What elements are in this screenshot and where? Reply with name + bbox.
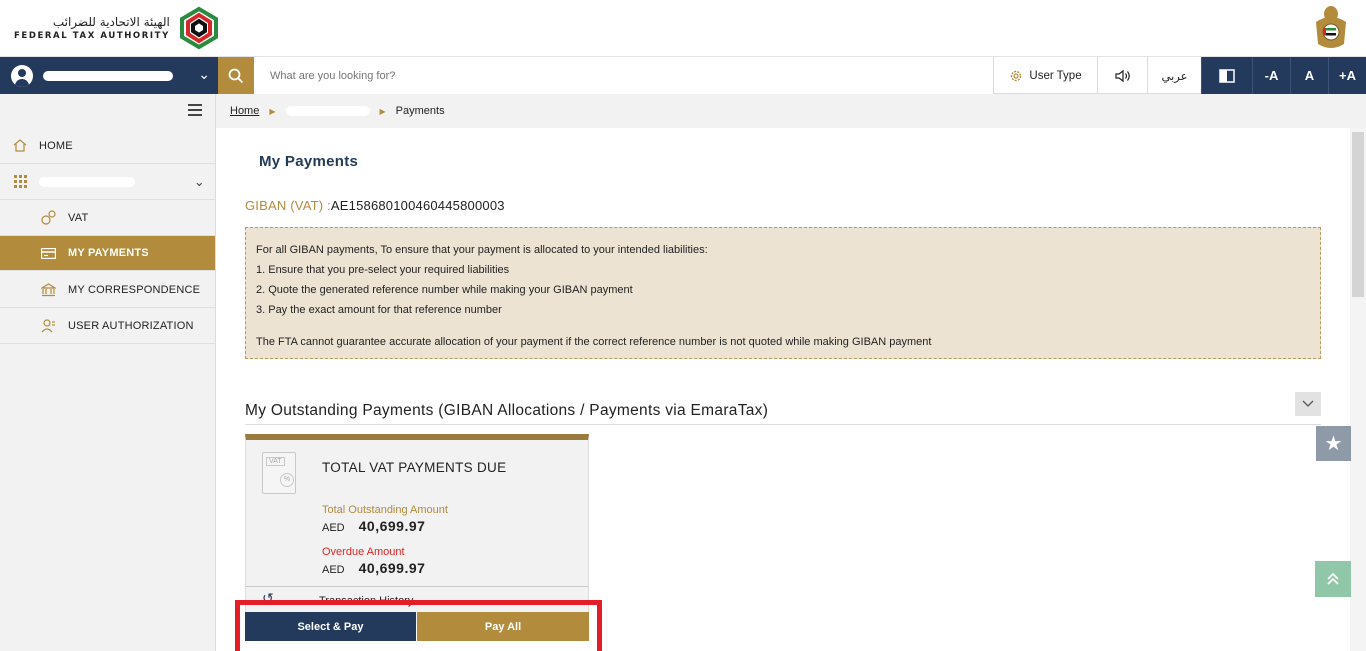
grid-icon <box>12 174 28 190</box>
payments-icon <box>40 245 56 261</box>
sidebar-item-services[interactable]: ⌄ <box>0 164 215 200</box>
amount-value: 40,699.97 <box>358 518 426 534</box>
hamburger-menu-icon[interactable] <box>188 104 202 116</box>
top-header: الهيئة الاتحادية للضرائب FEDERAL TAX AUT… <box>0 0 1366 57</box>
sidebar-item-label: VAT <box>68 211 89 224</box>
sidebar-item-label: HOME <box>39 139 73 152</box>
user-type-selector[interactable]: User Type <box>993 57 1097 94</box>
logo-english-text: FEDERAL TAX AUTHORITY <box>14 31 170 41</box>
sidebar-item-vat[interactable]: VAT <box>0 200 215 236</box>
sidebar-item-home[interactable]: HOME <box>0 128 215 164</box>
card-divider <box>246 586 588 587</box>
sidebar-item-user-authorization[interactable]: USER AUTHORIZATION <box>0 308 215 344</box>
percent-icon: % <box>280 473 294 487</box>
notice-line: The FTA cannot guarantee accurate alloca… <box>256 336 932 348</box>
pay-all-button[interactable]: Pay All <box>417 612 589 641</box>
speaker-icon <box>1114 69 1130 82</box>
vat-document-icon: VAT % <box>262 452 296 494</box>
gear-icon <box>1011 70 1022 81</box>
user-avatar-icon <box>11 64 33 87</box>
sidebar: HOME ⌄ VAT MY PAYMENTS MY CORRESPONDENCE <box>0 94 216 651</box>
scroll-to-top-button[interactable] <box>1315 561 1351 597</box>
sidebar-item-label-redacted <box>39 176 135 187</box>
section-collapse-button[interactable] <box>1295 392 1321 416</box>
scrollbar-thumb[interactable] <box>1352 132 1364 297</box>
user-type-label: User Type <box>1029 69 1082 82</box>
contrast-toggle[interactable] <box>1201 57 1252 94</box>
vat-tag: VAT <box>266 457 285 466</box>
double-chevron-up-icon <box>1327 572 1339 585</box>
breadcrumb-home-link[interactable]: Home <box>230 105 259 117</box>
bank-icon <box>40 282 56 298</box>
chevron-down-icon <box>1302 400 1314 407</box>
breadcrumb: Home ▶ ▶ Payments <box>216 94 1366 128</box>
text-to-speech-button[interactable] <box>1097 57 1147 94</box>
vat-payments-card: VAT % TOTAL VAT PAYMENTS DUE Total Outst… <box>245 434 589 624</box>
user-auth-icon <box>40 318 56 334</box>
overdue-amount-label: Overdue Amount <box>322 546 405 558</box>
breadcrumb-separator-icon: ▶ <box>269 106 276 116</box>
outstanding-amount-label: Total Outstanding Amount <box>322 504 448 516</box>
font-normal-button[interactable]: A <box>1290 57 1328 94</box>
page-title: My Payments <box>259 153 359 170</box>
currency-label: AED <box>322 564 345 576</box>
amount-value: 40,699.97 <box>358 560 426 576</box>
nav-bar: ⌄ User Type عربي -A A +A <box>0 57 1366 94</box>
section-title: My Outstanding Payments (GIBAN Allocatio… <box>245 402 769 419</box>
search-input[interactable] <box>254 57 993 94</box>
favorite-button[interactable]: ★ <box>1316 426 1351 461</box>
star-icon: ★ <box>1324 433 1343 455</box>
notice-line: For all GIBAN payments, To ensure that y… <box>256 244 708 256</box>
breadcrumb-item-redacted[interactable] <box>285 106 370 116</box>
home-icon <box>12 138 28 154</box>
breadcrumb-current: Payments <box>395 105 445 117</box>
logo-text: الهيئة الاتحادية للضرائب FEDERAL TAX AUT… <box>14 14 170 42</box>
font-increase-button[interactable]: +A <box>1328 57 1366 94</box>
currency-label: AED <box>322 522 345 534</box>
overdue-amount: AED 40,699.97 <box>322 560 425 576</box>
notice-line: 1. Ensure that you pre-select your requi… <box>256 264 510 276</box>
sidebar-item-my-correspondence[interactable]: MY CORRESPONDENCE <box>0 272 215 308</box>
giban-info: GIBAN (VAT) :AE158680100460445800003 <box>245 198 505 213</box>
outstanding-amount: AED 40,699.97 <box>322 518 425 534</box>
font-decrease-button[interactable]: -A <box>1252 57 1290 94</box>
notice-line: 3. Pay the exact amount for that referen… <box>256 304 502 316</box>
giban-value: AE158680100460445800003 <box>330 198 505 213</box>
contrast-icon <box>1219 68 1235 83</box>
language-toggle[interactable]: عربي <box>1147 57 1201 94</box>
search-button[interactable] <box>218 57 254 94</box>
search-icon <box>228 68 244 83</box>
breadcrumb-separator-icon: ▶ <box>379 106 386 116</box>
sidebar-item-label: MY PAYMENTS <box>68 247 149 259</box>
giban-notice-box: For all GIBAN payments, To ensure that y… <box>245 227 1321 359</box>
uae-emblem-icon <box>1316 6 1346 48</box>
select-and-pay-button[interactable]: Select & Pay <box>245 612 416 641</box>
chevron-down-icon[interactable]: ⌄ <box>198 66 210 83</box>
sidebar-item-label: USER AUTHORIZATION <box>68 319 194 332</box>
giban-label: GIBAN (VAT) : <box>245 198 331 213</box>
sidebar-item-my-payments[interactable]: MY PAYMENTS <box>0 236 215 271</box>
fta-logo-icon <box>179 6 218 50</box>
section-divider <box>245 424 1321 425</box>
sidebar-item-label: MY CORRESPONDENCE <box>68 283 201 296</box>
user-menu[interactable]: ⌄ <box>0 57 218 94</box>
fta-logo[interactable]: الهيئة الاتحادية للضرائب FEDERAL TAX AUT… <box>14 6 222 50</box>
logo-arabic-text: الهيئة الاتحادية للضرائب <box>52 15 170 29</box>
chevron-down-icon[interactable]: ⌄ <box>194 174 205 190</box>
notice-line: 2. Quote the generated reference number … <box>256 284 633 296</box>
main-content: My Payments GIBAN (VAT) :AE1586801004604… <box>217 128 1350 651</box>
user-name-redacted <box>43 70 173 81</box>
vat-icon <box>40 210 56 226</box>
card-title: TOTAL VAT PAYMENTS DUE <box>322 460 507 475</box>
